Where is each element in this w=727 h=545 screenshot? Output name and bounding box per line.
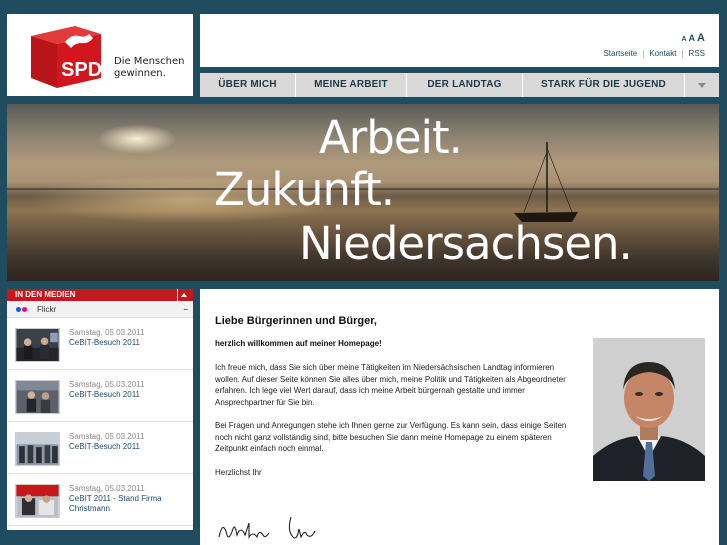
nav-item-meine-arbeit[interactable]: MEINE ARBEIT: [296, 73, 407, 97]
media-item-date: Samstag, 05.03.2011: [69, 380, 145, 389]
link-kontakt[interactable]: Kontakt: [649, 49, 676, 58]
font-size-switcher: AAA: [679, 28, 705, 46]
thumbnail-image: [15, 328, 60, 362]
font-size-large-button[interactable]: A: [697, 32, 705, 44]
media-item-date: Samstag, 05.03.2011: [69, 432, 145, 441]
spd-cube-logo: SPD: [31, 26, 102, 88]
banner-line-niedersachsen: Niedersachsen.: [299, 217, 633, 270]
media-header: IN DEN MEDIEN: [7, 289, 193, 301]
separator: |: [681, 49, 684, 58]
tagline-line1: Die Menschen: [114, 56, 185, 67]
nav-more-chevron-down-icon[interactable]: [685, 73, 719, 97]
sailboat-icon: [514, 142, 578, 222]
link-rss[interactable]: RSS: [689, 49, 705, 58]
thumbnail-image: [15, 380, 60, 414]
tagline-line2: gewinnen.: [114, 68, 166, 79]
nav-item-der-landtag[interactable]: DER LANDTAG: [407, 73, 523, 97]
media-item-title[interactable]: CeBIT 2011 - Stand Firma Christmann: [69, 494, 179, 514]
spd-brand-text: SPD: [61, 59, 102, 81]
media-item[interactable]: Samstag, 05.03.2011 CeBIT-Besuch 2011: [7, 318, 193, 370]
nav-item-ueber-mich[interactable]: ÜBER MICH: [200, 73, 296, 97]
header-utility-box: AAA Startseite | Kontakt | RSS: [200, 14, 719, 67]
hero-banner: Arbeit. Zukunft. Niedersachsen.: [7, 104, 719, 281]
flickr-bar[interactable]: Flickr −: [7, 301, 193, 318]
spd-logo[interactable]: SPD Die Menschen gewinnen.: [7, 14, 193, 96]
media-item[interactable]: Samstag, 05.03.2011 CeBIT-Besuch 2011: [7, 422, 193, 474]
media-header-title: IN DEN MEDIEN: [15, 290, 76, 299]
separator: |: [642, 49, 645, 58]
banner-line-zukunft: Zukunft.: [214, 163, 395, 216]
thumbnail-image: [15, 432, 60, 466]
font-size-medium-button[interactable]: A: [689, 33, 696, 43]
link-startseite[interactable]: Startseite: [603, 49, 637, 58]
media-item-title[interactable]: CeBIT-Besuch 2011: [69, 390, 179, 400]
media-item[interactable]: Samstag, 05.03.2011 CeBIT 2011 - Stand F…: [7, 474, 193, 526]
handwritten-signature: [218, 516, 316, 539]
main-nav: ÜBER MICH MEINE ARBEIT DER LANDTAG STARK…: [200, 73, 719, 97]
minus-icon[interactable]: −: [183, 301, 188, 318]
closing-text: Herzlichst Ihr: [215, 468, 262, 477]
sun-glow: [97, 124, 177, 154]
media-item-date: Samstag, 05.03.2011: [69, 484, 145, 493]
logo-tagline: Die Menschen gewinnen.: [114, 56, 184, 80]
media-item[interactable]: Samstag, 05.03.2011 CeBIT-Besuch 2011: [7, 370, 193, 422]
nav-item-stark-fuer-die-jugend[interactable]: STARK FÜR DIE JUGEND: [523, 73, 685, 97]
page-title: Liebe Bürgerinnen und Bürger,: [215, 315, 377, 327]
media-panel: IN DEN MEDIEN Flickr − Samstag, 05.03.20…: [7, 289, 193, 530]
media-item-title[interactable]: CeBIT-Besuch 2011: [69, 338, 179, 348]
portrait-photo: [593, 338, 705, 481]
flickr-icon: [16, 307, 28, 312]
welcome-intro: herzlich willkommen auf meiner Homepage!: [215, 339, 382, 348]
media-item-title[interactable]: CeBIT-Besuch 2011: [69, 442, 179, 452]
collapse-arrow-icon[interactable]: [177, 289, 189, 301]
font-size-small-button[interactable]: A: [681, 36, 686, 43]
media-item-date: Samstag, 05.03.2011: [69, 328, 145, 337]
thumbnail-image: [15, 484, 60, 518]
flickr-label: Flickr: [37, 305, 57, 314]
main-content: Liebe Bürgerinnen und Bürger, herzlich w…: [200, 289, 719, 545]
banner-line-arbeit: Arbeit.: [319, 111, 463, 164]
paragraph-2: Bei Fragen und Anregungen stehe ich Ihne…: [215, 421, 567, 453]
top-links: Startseite | Kontakt | RSS: [603, 49, 705, 58]
paragraph-1: Ich freue mich, dass Sie sich über meine…: [215, 363, 566, 407]
